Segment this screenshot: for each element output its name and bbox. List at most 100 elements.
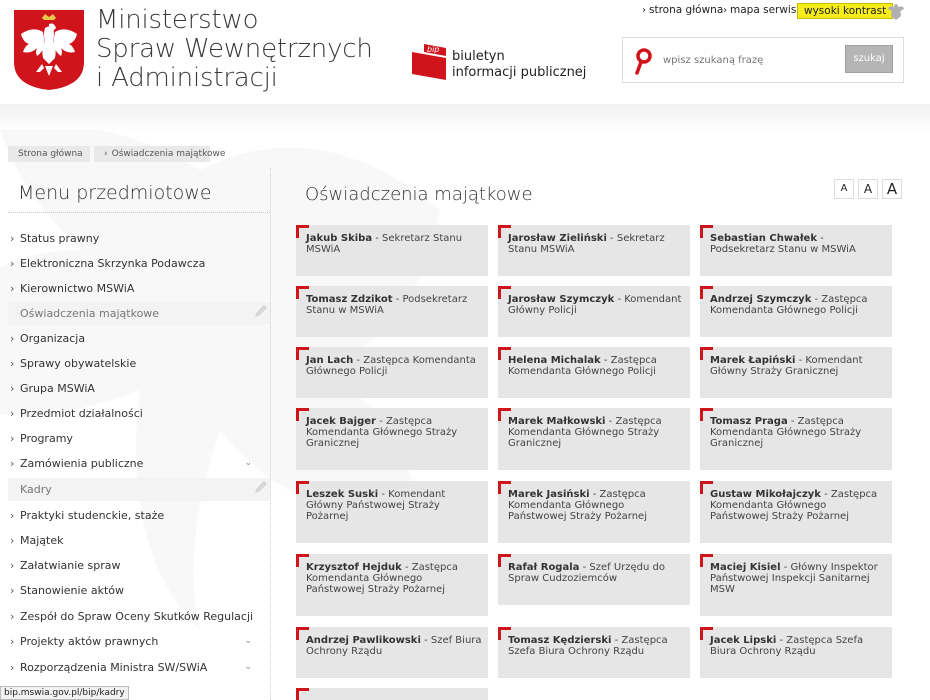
sidebar-item-label: Projekty aktów prawnych — [20, 635, 159, 648]
chevron-right-icon: › — [10, 457, 15, 470]
font-size-small-button[interactable]: A — [834, 179, 854, 199]
declaration-card[interactable]: Jakub Skiba - Sekretarz Stanu MSWiA — [296, 225, 488, 276]
chevron-right-icon: › — [10, 584, 15, 597]
chevron-down-icon[interactable]: ⌄ — [244, 452, 252, 475]
declaration-card[interactable]: Gustaw Mikołajczyk - Zastępca Komendanta… — [700, 481, 892, 543]
sidebar-item-grupa-mswia[interactable]: › Grupa MSWiA — [8, 377, 270, 400]
breadcrumb-item-home[interactable]: Strona główna — [8, 146, 90, 162]
chevron-right-icon: › — [10, 257, 15, 270]
polish-eagle-emblem-icon[interactable] — [12, 8, 86, 92]
card-name: Andrzej Szymczyk — [710, 294, 812, 305]
declaration-card[interactable]: Sebastian Chwałek - Podsekretarz Stanu w… — [700, 225, 892, 276]
sidebar-item-kierownictwo[interactable]: › Kierownictwo MSWiA — [8, 277, 270, 300]
declaration-card[interactable]: Maciej Kisiel - Główny Inspektor Państwo… — [700, 554, 892, 616]
sidebar-item-label: Praktyki studenckie, staże — [20, 509, 165, 522]
declaration-card[interactable]: Leszek Suski - Komendant Główny Państwow… — [296, 481, 488, 543]
sidebar-item-programy[interactable]: › Programy — [8, 427, 270, 450]
chevron-right-icon: › — [10, 559, 15, 572]
bip-logo-text: bip — [427, 45, 439, 54]
declaration-card[interactable]: Tomasz Kędzierski - Zastępca Szefa Biura… — [498, 627, 690, 678]
declaration-card[interactable]: Marek Jasiński - Zastępca Komendanta Głó… — [498, 481, 690, 543]
sidebar-item-label: Zamówienia publiczne — [20, 457, 144, 470]
sidebar-item-label: Rozporządzenia Ministra SW/SWiA — [20, 661, 208, 674]
chevron-right-icon: › — [10, 407, 15, 420]
sitemap-link[interactable]: › mapa serwisu — [723, 4, 803, 16]
sidebar-item-rozporzadzenia[interactable]: › Rozporządzenia Ministra SW/SWiA ⌄ — [8, 656, 270, 679]
sidebar-item-esp[interactable]: › Elektroniczna Skrzynka Podawcza — [8, 252, 270, 275]
declaration-card[interactable]: Andrzej Szymczyk - Zastępca Komendanta G… — [700, 286, 892, 337]
menu-title: Menu przedmiotowe — [18, 182, 212, 204]
browser-status-bar: bip.mswia.gov.pl/bip/kadry — [0, 686, 129, 700]
chevron-right-icon: › — [10, 610, 15, 623]
declaration-card[interactable]: Rafał Rogala - Szef Urzędu do Spraw Cudz… — [498, 554, 690, 605]
breadcrumb-item-current[interactable]: › Oświadczenia majątkowe — [94, 146, 225, 162]
bip-link[interactable]: bip biuletyn informacji publicznej — [410, 42, 590, 84]
sidebar-item-oswiadczenia[interactable]: Oświadczenia majątkowe — [8, 302, 270, 325]
bip-text-line2: informacji publicznej — [452, 65, 587, 80]
declaration-card-partial[interactable] — [296, 688, 488, 700]
card-name: Jacek Lipski — [710, 635, 777, 646]
chevron-right-icon: › — [723, 5, 727, 16]
sidebar: Menu przedmiotowe › Status prawny › Elektr… — [8, 176, 270, 700]
font-size-medium-button[interactable]: A — [858, 179, 878, 199]
card-name: Marek Jasiński — [508, 489, 590, 500]
bip-text-line1: biuletyn — [452, 49, 505, 64]
sidebar-item-przedmiot[interactable]: › Przedmiot działalności — [8, 402, 270, 425]
declaration-card[interactable]: Jacek Bajger - Zastępca Komendanta Główn… — [296, 408, 488, 470]
sidebar-item-organizacja[interactable]: › Organizacja — [8, 327, 270, 350]
chevron-right-icon: › — [10, 232, 15, 245]
card-name: Leszek Suski — [306, 489, 379, 500]
breadcrumb-item-current-label: Oświadczenia majątkowe — [111, 149, 226, 159]
declaration-card[interactable]: Krzysztof Hejduk - Zastępca Komendanta G… — [296, 554, 488, 616]
declarations-grid: Jakub Skiba - Sekretarz Stanu MSWiA Jaro… — [296, 225, 896, 700]
sidebar-item-stanowienie[interactable]: › Stanowienie aktów — [8, 579, 270, 602]
card-name: Sebastian Chwałek — [710, 233, 817, 244]
declaration-card[interactable]: Jan Lach - Zastępca Komendanta Głównego … — [296, 347, 488, 398]
declaration-card[interactable]: Marek Łapiński - Komendant Główny Straży… — [700, 347, 892, 398]
high-contrast-button[interactable]: wysoki kontrast — [797, 3, 894, 19]
search-button[interactable]: szukaj — [845, 45, 893, 73]
sidebar-item-label: Programy — [20, 432, 73, 445]
sidebar-item-label: Status prawny — [20, 232, 100, 245]
sidebar-item-projekty[interactable]: › Projekty aktów prawnych ⌄ — [8, 630, 270, 653]
card-name: Jarosław Zieliński — [508, 233, 607, 244]
chevron-right-icon: › — [10, 509, 15, 522]
chevron-right-icon: › — [10, 357, 15, 370]
ministry-name-line1: Ministerstwo — [96, 5, 259, 35]
card-name: Andrzej Pawlikowski — [306, 635, 421, 646]
search-input[interactable] — [663, 50, 833, 70]
eagle-icon[interactable] — [888, 2, 904, 20]
declaration-card[interactable]: Jacek Lipski - Zastępca Szefa Biura Ochr… — [700, 627, 892, 678]
card-name: Rafał Rogala — [508, 562, 580, 573]
chevron-down-icon[interactable]: ⌄ — [244, 656, 252, 679]
declaration-card[interactable]: Andrzej Pawlikowski - Szef Biura Ochrony… — [296, 627, 488, 678]
sidebar-item-majatek[interactable]: › Majątek — [8, 529, 270, 552]
sidebar-item-zamowienia[interactable]: › Zamówienia publiczne ⌄ — [8, 452, 270, 475]
sidebar-item-sprawy-obywatelskie[interactable]: › Sprawy obywatelskie — [8, 352, 270, 375]
ministry-name[interactable]: Ministerstwo Spraw Wewnętrznych i Admini… — [96, 6, 373, 93]
chevron-right-icon: › — [10, 282, 15, 295]
declaration-card[interactable]: Helena Michalak - Zastępca Komendanta Gł… — [498, 347, 690, 398]
font-size-large-button[interactable]: A — [882, 179, 902, 199]
sidebar-item-zalatwianie[interactable]: › Załatwianie spraw — [8, 554, 270, 577]
declaration-card[interactable]: Tomasz Zdzikot - Podsekretarz Stanu w MS… — [296, 286, 488, 337]
declaration-card[interactable]: Marek Małkowski - Zastępca Komendanta Gł… — [498, 408, 690, 470]
sidebar-divider — [270, 168, 271, 700]
chevron-right-icon: › — [10, 635, 15, 648]
chevron-right-icon: › — [104, 149, 108, 159]
sidebar-item-label: Grupa MSWiA — [20, 382, 95, 395]
declaration-card[interactable]: Jarosław Szymczyk - Komendant Główny Pol… — [498, 286, 690, 337]
home-link[interactable]: › strona główna — [642, 4, 723, 16]
sidebar-item-zespol[interactable]: › Zespół do Spraw Oceny Skutków Regulacji — [8, 605, 270, 628]
chevron-right-icon: › — [10, 661, 15, 674]
sidebar-item-label: Organizacja — [20, 332, 86, 345]
sidebar-item-kadry[interactable]: Kadry — [8, 478, 270, 501]
declaration-card[interactable]: Tomasz Praga - Zastępca Komendanta Główn… — [700, 408, 892, 470]
sidebar-item-label: Kierownictwo MSWiA — [20, 282, 135, 295]
sidebar-item-label: Elektroniczna Skrzynka Podawcza — [20, 257, 206, 270]
pencil-icon — [255, 481, 267, 493]
chevron-down-icon[interactable]: ⌄ — [244, 630, 252, 653]
declaration-card[interactable]: Jarosław Zieliński - Sekretarz Stanu MSW… — [498, 225, 690, 276]
sidebar-item-praktyki[interactable]: › Praktyki studenckie, staże — [8, 504, 270, 527]
sidebar-item-status-prawny[interactable]: › Status prawny — [8, 227, 270, 250]
